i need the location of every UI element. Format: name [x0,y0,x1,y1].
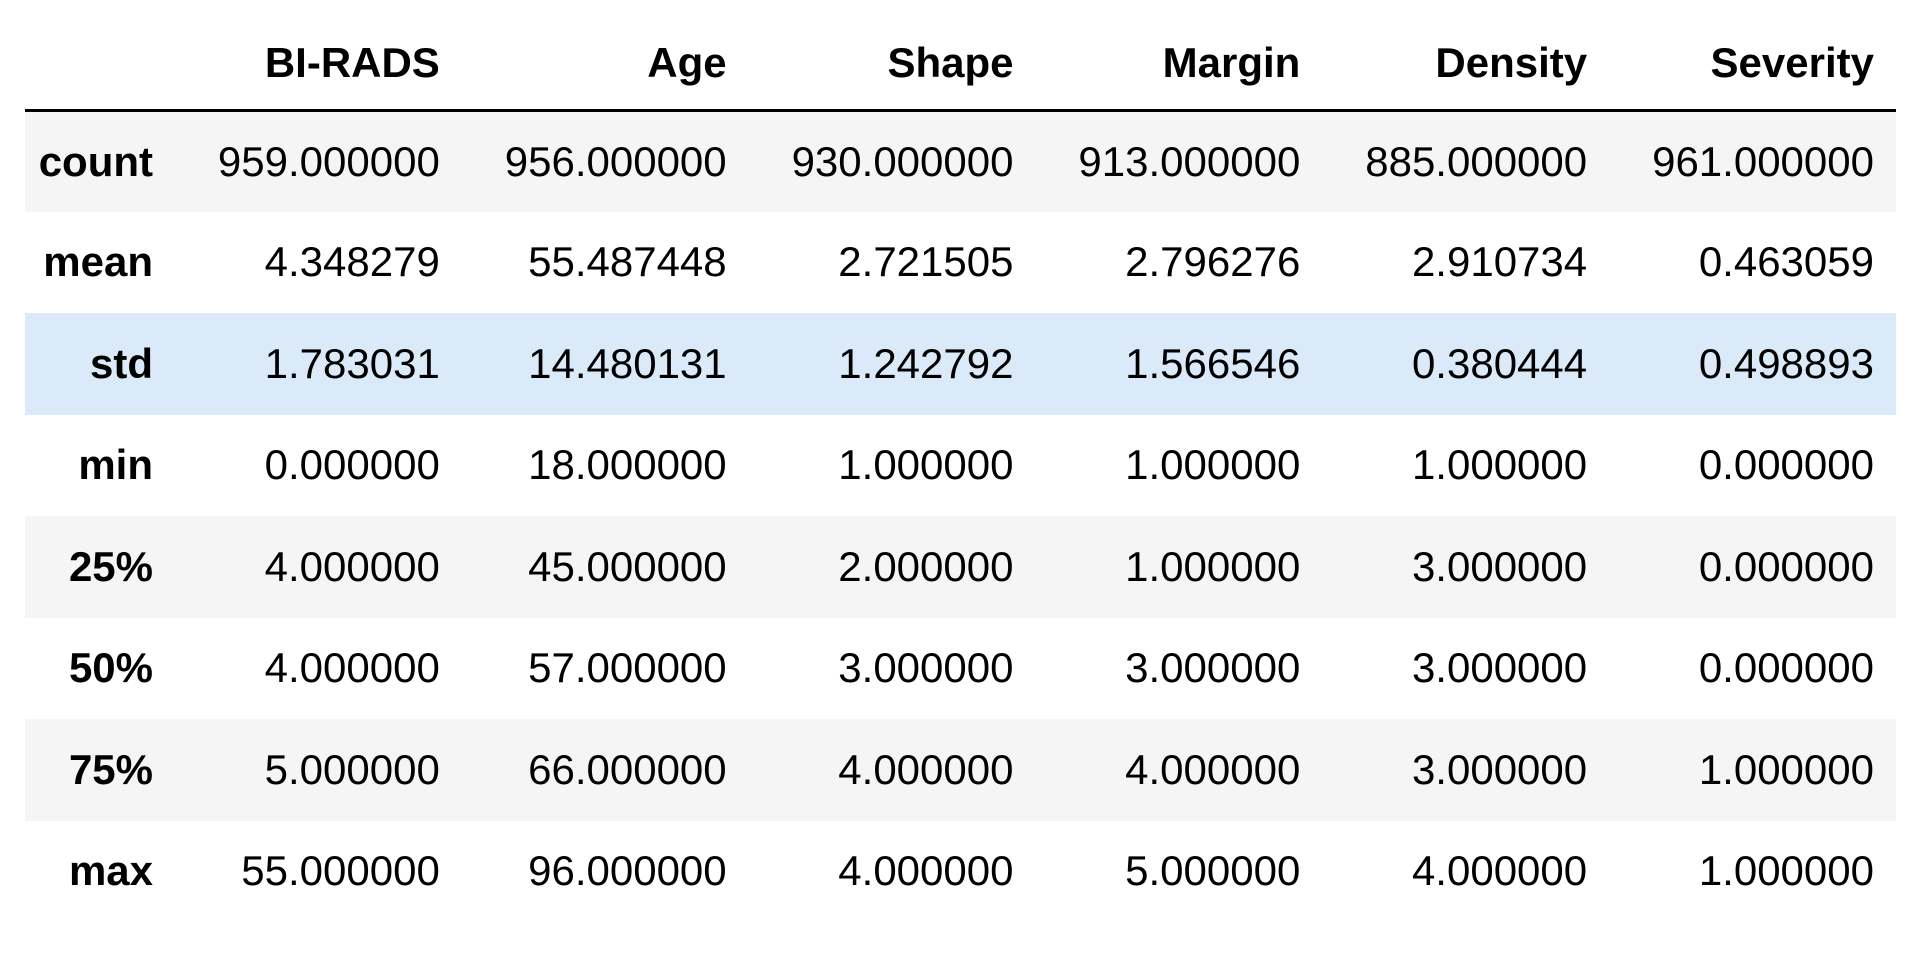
table-cell: 2.721505 [838,238,1014,286]
table-cell: 1.000000 [1411,441,1588,489]
table-cell: 0.000000 [1698,644,1874,692]
header-row: BI-RADS Age Shape Margin Density Severit… [25,18,1896,112]
table-cell: 956.000000 [504,137,727,185]
table-cell: 0.000000 [1698,441,1874,489]
table-cell: 14.480131 [528,339,727,387]
table-cell: 4.000000 [838,745,1014,793]
table-cell: 1.000000 [1125,542,1301,590]
row-label: 75% [68,745,153,793]
table-cell: 1.783031 [264,339,440,387]
column-header-age: Age [461,18,749,112]
column-header-shape: Shape [748,18,1036,112]
table-cell: 66.000000 [528,745,727,793]
row-label: max [68,847,153,895]
dataframe-output: BI-RADS Age Shape Margin Density Severit… [25,18,1896,922]
table-cell: 4.000000 [1411,847,1588,895]
table-cell: 3.000000 [1411,644,1588,692]
table-cell: 3.000000 [1125,644,1301,692]
table-row-max: max 55.000000 96.000000 4.000000 5.00000… [25,820,1896,922]
column-header-severity: Severity [1609,18,1896,112]
table-cell: 0.380444 [1411,339,1588,387]
table-cell: 5.000000 [264,745,440,793]
table-cell: 959.000000 [217,137,440,185]
table-row-count: count 959.000000 956.000000 930.000000 9… [25,110,1896,212]
table-cell: 55.000000 [241,847,440,895]
table-cell: 885.000000 [1365,137,1588,185]
table-row-mean: mean 4.348279 55.487448 2.721505 2.79627… [25,211,1896,313]
table-cell: 961.000000 [1652,137,1874,185]
table-cell: 0.000000 [1698,542,1874,590]
row-label: min [78,441,153,489]
table-cell: 96.000000 [528,847,727,895]
column-header-bi-rads: BI-RADS [175,18,462,112]
table-cell: 45.000000 [528,542,727,590]
table-cell: 3.000000 [1411,745,1588,793]
row-label: std [90,339,153,387]
table-cell: 4.000000 [264,542,440,590]
table-cell: 0.000000 [264,441,440,489]
table-row-min: min 0.000000 18.000000 1.000000 1.000000… [25,414,1896,516]
table-row-50pct: 50% 4.000000 57.000000 3.000000 3.000000… [25,617,1896,719]
table-cell: 1.000000 [1698,847,1874,895]
table-cell: 1.000000 [1698,745,1874,793]
table-cell: 4.000000 [1125,745,1301,793]
row-label: count [38,137,153,185]
table-row-25pct: 25% 4.000000 45.000000 2.000000 1.000000… [25,516,1896,618]
table-cell: 1.566546 [1125,339,1301,387]
table-cell: 2.796276 [1125,238,1301,286]
table-cell: 55.487448 [528,238,727,286]
table-cell: 2.000000 [838,542,1014,590]
table-cell: 4.000000 [838,847,1014,895]
table-cell: 5.000000 [1125,847,1301,895]
index-header [25,18,175,112]
row-label: mean [43,238,153,286]
row-label: 25% [68,542,153,590]
table-row-75pct: 75% 5.000000 66.000000 4.000000 4.000000… [25,719,1896,821]
table-cell: 1.242792 [838,339,1014,387]
row-label: 50% [68,644,153,692]
table-cell: 4.000000 [264,644,440,692]
table-row-std: std 1.783031 14.480131 1.242792 1.566546… [25,313,1896,415]
table-cell: 4.348279 [264,238,440,286]
table-cell: 2.910734 [1411,238,1588,286]
table-cell: 18.000000 [528,441,727,489]
table-header: BI-RADS Age Shape Margin Density Severit… [25,18,1896,112]
table-cell: 1.000000 [838,441,1014,489]
table-cell: 0.498893 [1698,339,1874,387]
table-cell: 3.000000 [838,644,1014,692]
column-header-density: Density [1322,18,1610,112]
table-body: count 959.000000 956.000000 930.000000 9… [25,110,1896,922]
column-header-margin: Margin [1035,18,1323,112]
table-cell: 57.000000 [528,644,727,692]
describe-table: BI-RADS Age Shape Margin Density Severit… [25,18,1896,922]
table-cell: 913.000000 [1078,137,1301,185]
table-cell: 930.000000 [791,137,1014,185]
table-cell: 1.000000 [1125,441,1301,489]
table-cell: 3.000000 [1411,542,1588,590]
table-cell: 0.463059 [1698,238,1874,286]
